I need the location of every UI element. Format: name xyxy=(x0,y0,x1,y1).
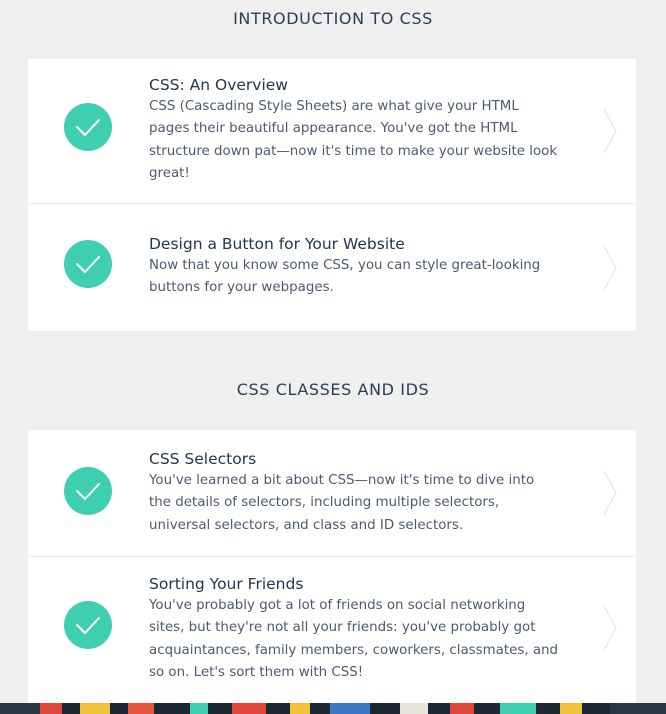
lesson-text: CSS: An Overview CSS (Cascading Style Sh… xyxy=(149,74,559,185)
lesson-row-css-an-overview[interactable]: CSS: An Overview CSS (Cascading Style Sh… xyxy=(28,59,636,204)
lesson-text: Design a Button for Your Website Now tha… xyxy=(149,233,559,300)
check-icon xyxy=(64,601,112,649)
lesson-title: Design a Button for Your Website xyxy=(149,235,405,253)
section-title-introduction-to-css: INTRODUCTION TO CSS xyxy=(233,9,433,28)
lesson-description: Now that you know some CSS, you can styl… xyxy=(149,258,541,296)
section-title-css-classes-and-ids: CSS CLASSES AND IDS xyxy=(236,380,430,399)
lesson-title: CSS Selectors xyxy=(149,450,257,468)
chevron-right-icon xyxy=(603,470,617,516)
lesson-card-introduction-to-css: CSS: An Overview CSS (Cascading Style Sh… xyxy=(28,59,636,331)
lesson-text: Sorting Your Friends You've probably got… xyxy=(149,573,559,684)
check-icon xyxy=(64,467,112,515)
lesson-row-css-selectors[interactable]: CSS Selectors You've learned a bit about… xyxy=(28,430,636,557)
decorative-illustration-strip xyxy=(0,703,666,714)
lesson-row-sorting-your-friends[interactable]: Sorting Your Friends You've probably got… xyxy=(28,557,636,703)
lesson-row-design-a-button[interactable]: Design a Button for Your Website Now tha… xyxy=(28,204,636,331)
chevron-right-icon xyxy=(603,605,617,651)
lesson-description: CSS (Cascading Style Sheets) are what gi… xyxy=(149,99,558,181)
lesson-title: Sorting Your Friends xyxy=(149,575,304,593)
check-icon xyxy=(64,240,112,288)
lesson-text: CSS Selectors You've learned a bit about… xyxy=(149,448,559,537)
check-icon xyxy=(64,103,112,151)
lesson-description: You've probably got a lot of friends on … xyxy=(149,598,559,680)
lesson-description: You've learned a bit about CSS—now it's … xyxy=(149,473,535,533)
lesson-card-css-classes-and-ids: CSS Selectors You've learned a bit about… xyxy=(28,430,636,703)
lesson-title: CSS: An Overview xyxy=(149,76,288,94)
chevron-right-icon xyxy=(603,245,617,291)
chevron-right-icon xyxy=(603,108,617,154)
